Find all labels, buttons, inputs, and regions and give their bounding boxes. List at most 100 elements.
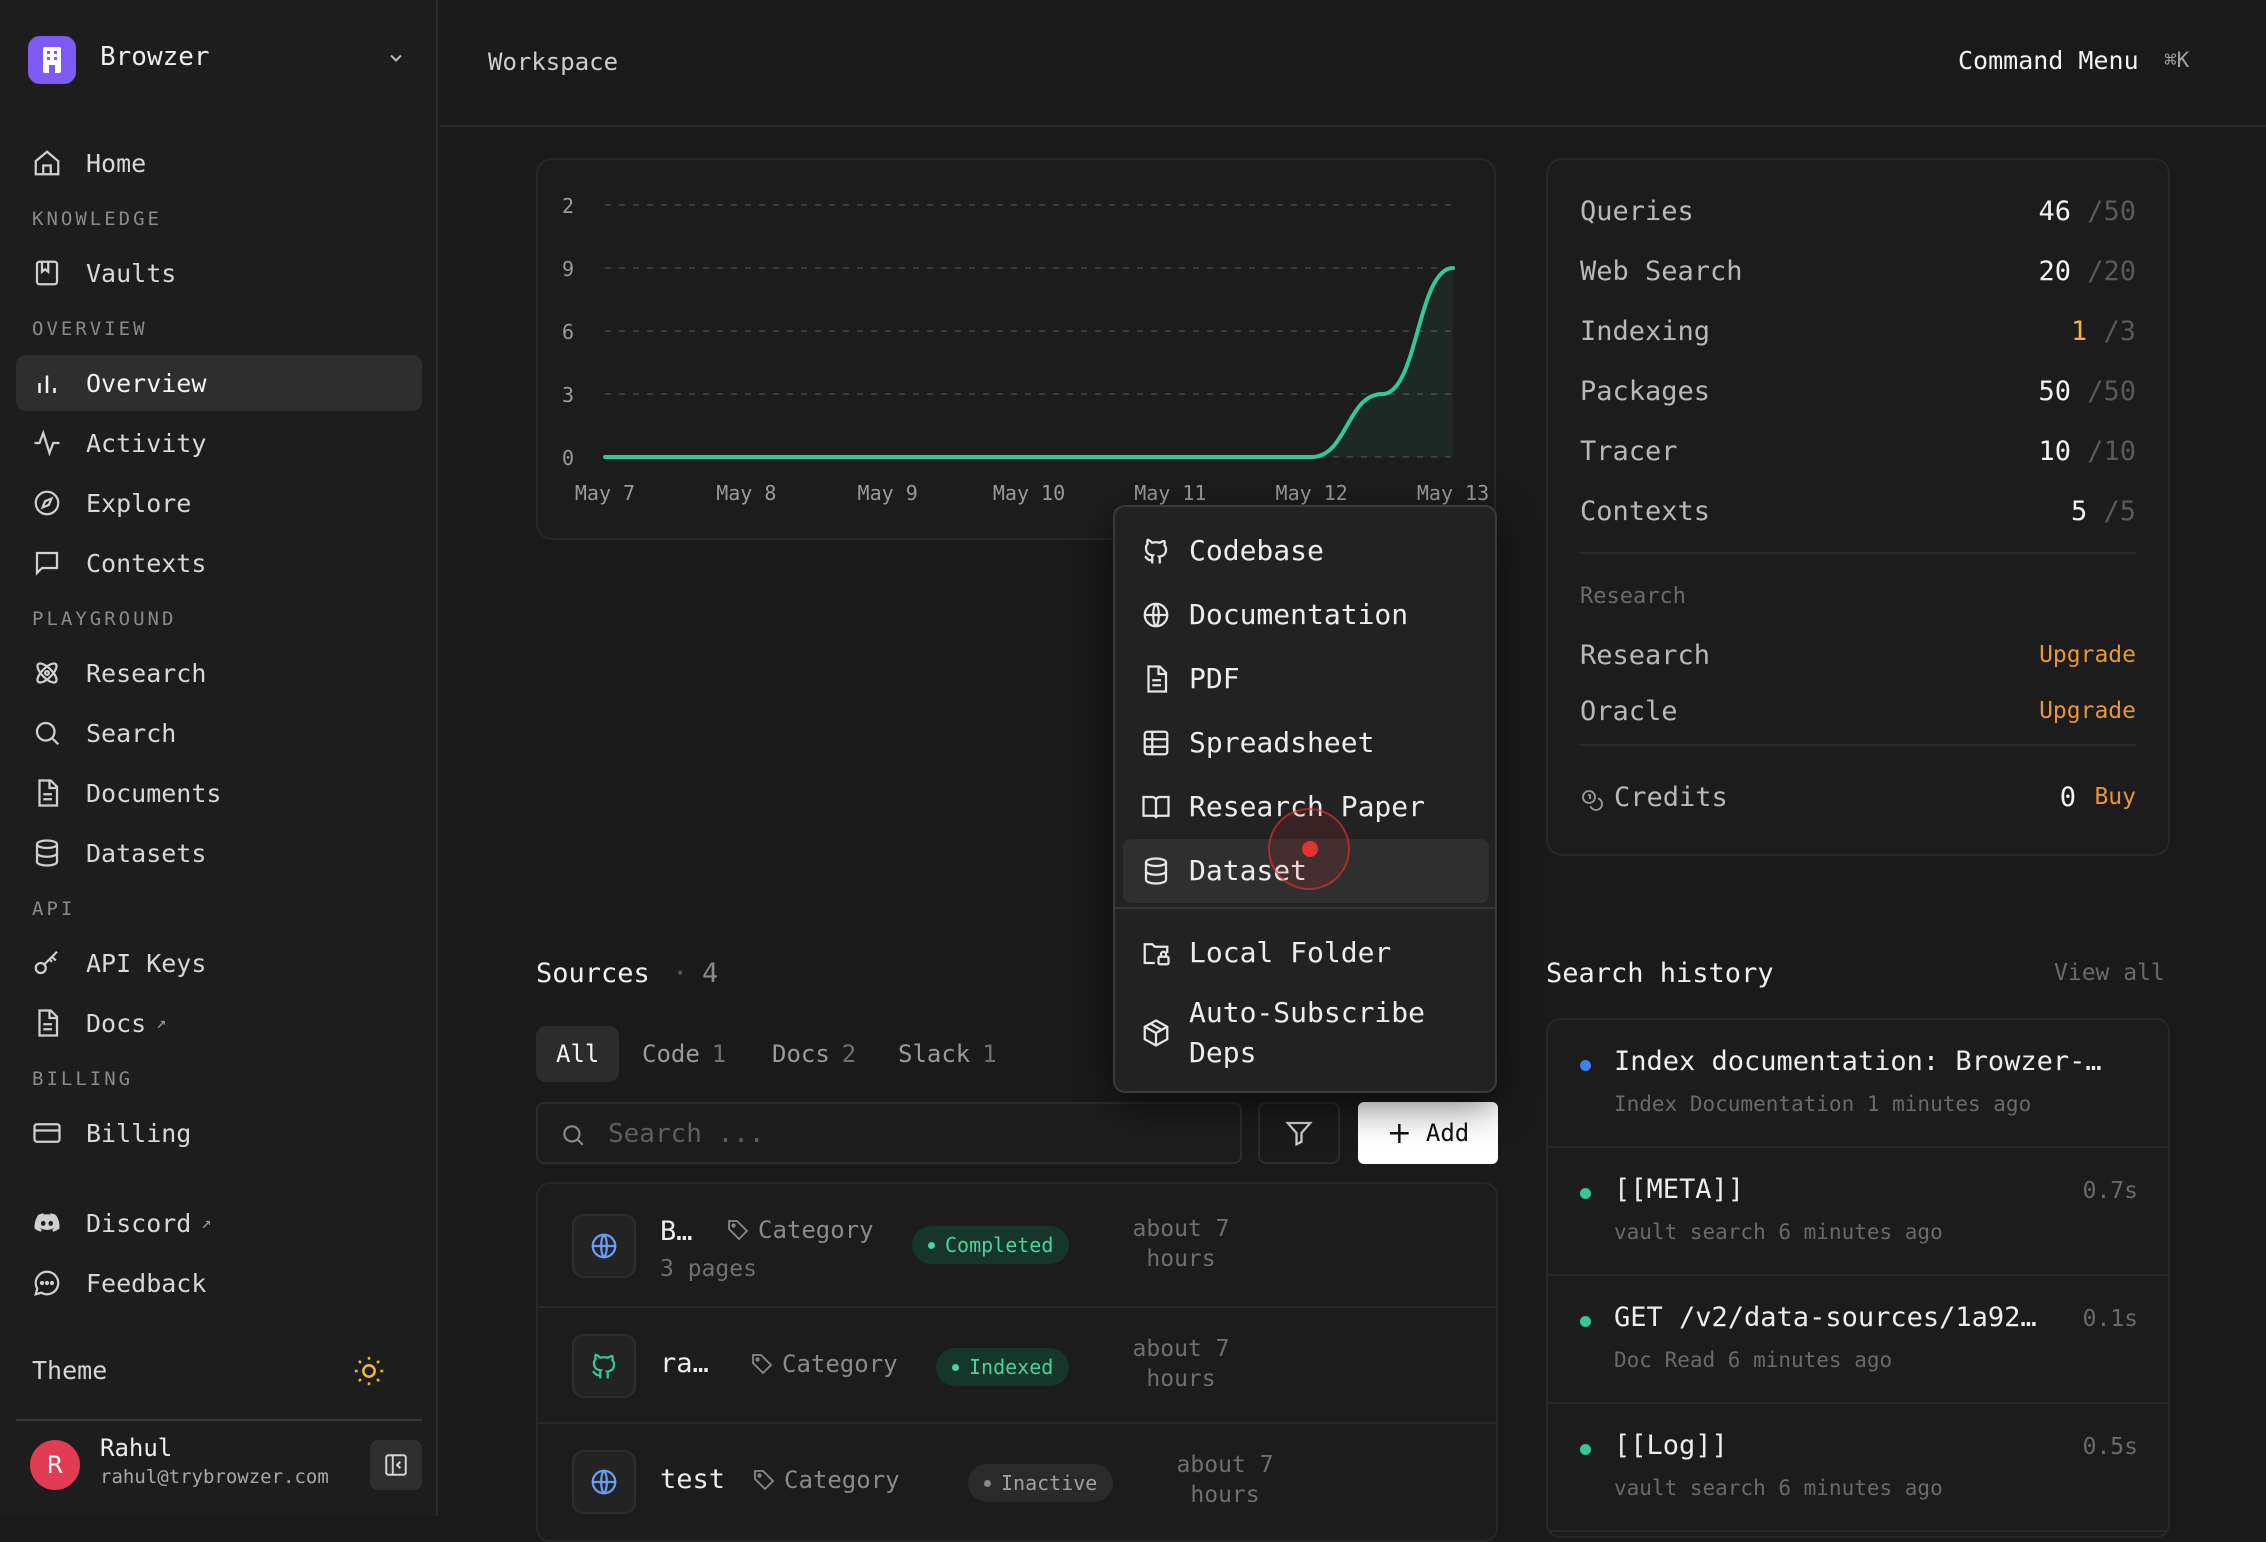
tab-slack[interactable]: Slack 1: [878, 1026, 1017, 1082]
view-all-link[interactable]: View all: [2054, 960, 2165, 986]
time-line: about 7: [1132, 1216, 1230, 1242]
sidebar-item-overview[interactable]: Overview: [16, 355, 422, 411]
category-tag[interactable]: Category: [750, 1350, 898, 1378]
menu-item-local-folder[interactable]: Local Folder: [1123, 921, 1489, 985]
sidebar-item-api-keys[interactable]: API Keys: [16, 935, 422, 991]
usage-label: Indexing: [1580, 316, 1711, 347]
sidebar-item-label: Overview: [86, 368, 207, 398]
divider: [1580, 744, 2136, 746]
research-upgrade-link[interactable]: Upgrade: [2039, 642, 2136, 668]
credits-value: 0: [2059, 782, 2076, 813]
menu-divider: [1115, 907, 1495, 909]
table-row[interactable]: ra… Category Indexed about 7 hours: [538, 1308, 1496, 1424]
usage-label: Contexts: [1580, 496, 1711, 527]
sidebar-item-activity[interactable]: Activity: [16, 415, 422, 471]
github-icon: [589, 1351, 619, 1381]
external-link-icon: ↗: [156, 1013, 167, 1033]
tab-code[interactable]: Code 1: [622, 1026, 746, 1082]
tab-all[interactable]: All: [536, 1026, 620, 1082]
list-item[interactable]: GET /v2/data-sources/1a92… 0.1s Doc Read 6…: [1548, 1276, 2168, 1404]
status-label: Inactive: [1001, 1471, 1098, 1495]
usage-label: Queries: [1580, 196, 1694, 227]
buy-credits-link[interactable]: Buy: [2094, 784, 2136, 810]
add-source-button[interactable]: + Add: [1358, 1102, 1498, 1164]
workspace-name[interactable]: Browzer: [100, 42, 210, 72]
sources-title: Sources: [536, 958, 650, 989]
time-line: hours: [1190, 1482, 1260, 1508]
list-item[interactable]: [[META]] 0.7s vault search 6 minutes ago: [1548, 1148, 2168, 1276]
category-tag[interactable]: Category: [752, 1466, 900, 1494]
oracle-upgrade-link[interactable]: Upgrade: [2039, 698, 2136, 724]
sidebar-item-research[interactable]: Research: [16, 645, 422, 701]
globe-icon: [589, 1467, 619, 1497]
usage-separator: /: [2103, 496, 2120, 527]
sources-search: [536, 1102, 1242, 1164]
sidebar-item-feedback[interactable]: Feedback: [16, 1255, 422, 1311]
sidebar-item-documents[interactable]: Documents: [16, 765, 422, 821]
tab-docs[interactable]: Docs 2: [752, 1026, 876, 1082]
search-input[interactable]: [606, 1114, 1206, 1154]
usage-current: 20: [2038, 256, 2071, 287]
user-email: rahul@trybrowzer.com: [100, 1466, 329, 1488]
chevron-down-icon[interactable]: [386, 48, 406, 68]
sidebar-item-home[interactable]: Home: [16, 135, 422, 191]
sidebar-item-contexts[interactable]: Contexts: [16, 535, 422, 591]
usage-max: 50: [2103, 376, 2136, 407]
sidebar-item-search[interactable]: Search: [16, 705, 422, 761]
menu-item-spreadsheet[interactable]: Spreadsheet: [1123, 711, 1489, 775]
source-name[interactable]: test: [660, 1464, 725, 1495]
list-item[interactable]: [[Log]] 0.5s vault search 6 minutes ago: [1548, 1404, 2168, 1532]
sidebar-item-label: Billing: [86, 1118, 192, 1148]
file-text-icon: [1141, 664, 1173, 694]
source-type-icon: [572, 1334, 636, 1398]
usage-separator: /: [2087, 196, 2104, 227]
status-badge: Indexed: [936, 1348, 1070, 1386]
category-label: Category: [782, 1350, 898, 1378]
status-dot: [984, 1479, 991, 1487]
sidebar-item-explore[interactable]: Explore: [16, 475, 422, 531]
table-row[interactable]: B… 3 pages Category Completed about 7 hou…: [538, 1184, 1496, 1308]
tab-count: 1: [982, 1040, 997, 1068]
source-name[interactable]: ra…: [660, 1348, 709, 1379]
table-row[interactable]: test Category Inactive about 7 hours: [538, 1424, 1496, 1540]
sidebar-item-vaults[interactable]: Vaults: [16, 245, 422, 301]
package-icon: [1141, 1018, 1173, 1048]
menu-item-auto-subscribe-deps[interactable]: Auto-Subscribe Deps: [1123, 985, 1489, 1081]
series-area: [605, 268, 1453, 457]
collapse-sidebar-button[interactable]: [370, 1440, 422, 1490]
y-tick-label: 9: [562, 257, 574, 281]
history-query: Index documentation: Browzer-…: [1614, 1046, 2102, 1077]
usage-max: 3: [2119, 316, 2136, 347]
avatar[interactable]: R: [30, 1440, 80, 1490]
category-tag[interactable]: Category: [726, 1216, 874, 1244]
source-name[interactable]: B…: [660, 1216, 693, 1247]
menu-item-documentation[interactable]: Documentation: [1123, 583, 1489, 647]
sidebar-item-docs[interactable]: Docs ↗: [16, 995, 422, 1051]
filter-button[interactable]: [1258, 1102, 1340, 1164]
menu-item-label: PDF: [1189, 662, 1240, 695]
browzer-logo[interactable]: [28, 36, 76, 84]
menu-item-label: Codebase: [1189, 534, 1324, 567]
sidebar-item-billing[interactable]: Billing: [16, 1105, 422, 1161]
breadcrumb[interactable]: Workspace: [488, 48, 618, 76]
series-line: [603, 266, 1455, 459]
sun-icon[interactable]: [352, 1354, 386, 1388]
sidebar-item-discord[interactable]: Discord ↗: [16, 1195, 422, 1251]
history-meta: vault search 6 minutes ago: [1614, 1476, 1943, 1500]
time-line: hours: [1146, 1366, 1216, 1392]
sidebar-item-label: Search: [86, 718, 177, 748]
usage-row: Web Search 20 /20: [1580, 256, 2136, 296]
cursor-dot: [1302, 841, 1318, 857]
menu-item-codebase[interactable]: Codebase: [1123, 519, 1489, 583]
menu-item-pdf[interactable]: PDF: [1123, 647, 1489, 711]
time-line: about 7: [1176, 1452, 1274, 1478]
command-menu-button[interactable]: Command Menu: [1958, 46, 2139, 75]
tag-icon: [752, 1468, 776, 1492]
file-text-icon: [32, 1008, 62, 1038]
usage-current: 5: [2070, 496, 2088, 527]
list-item[interactable]: Index documentation: Browzer-… Index Docu…: [1548, 1020, 2168, 1148]
history-duration: 0.1s: [2082, 1306, 2138, 1332]
source-updated: about 7 hours: [1150, 1450, 1300, 1510]
search-icon: [32, 718, 62, 748]
sidebar-item-datasets[interactable]: Datasets: [16, 825, 422, 881]
